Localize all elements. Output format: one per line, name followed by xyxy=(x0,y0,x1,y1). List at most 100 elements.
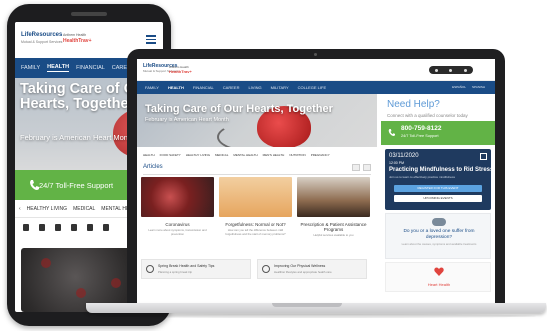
laptop-categories: HEALTH FOOD SAFETY HEALTHY LIVING MEDICA… xyxy=(143,153,375,157)
chevron-left-icon[interactable]: ‹ xyxy=(19,206,21,212)
phone-cat-healthy-living[interactable]: HEALTHY LIVING xyxy=(27,206,67,212)
virus-particle xyxy=(41,258,51,268)
tip-desc: Planning a spring break trip xyxy=(158,270,193,274)
phone-partner-a: Anthem Health xyxy=(63,33,87,37)
hamburger-menu-icon[interactable] xyxy=(146,35,156,44)
nav-language: ESPAÑOL SPANISH xyxy=(452,85,485,89)
phone-partner-b: HealthTrav+ xyxy=(63,38,92,44)
event-desc: Join us to learn to effectively practice… xyxy=(389,175,455,179)
grid-view-icon[interactable] xyxy=(363,164,371,171)
article-image xyxy=(141,177,214,217)
cloud-icon xyxy=(432,218,446,226)
video-icon[interactable] xyxy=(39,223,45,231)
tip-item[interactable]: Spring Break Health and Safety Tips Plan… xyxy=(141,259,251,279)
info-icon xyxy=(146,265,154,273)
phone-logo-sub: Mutual & Support Services xyxy=(21,40,63,44)
support-label: 24/7 Toll-Free Support xyxy=(401,134,439,138)
tip-title: Spring Break Health and Safety Tips xyxy=(158,264,215,268)
phone-speaker xyxy=(71,12,107,16)
phone-cat-medical[interactable]: MEDICAL xyxy=(73,206,95,212)
phone-number: 800-759-8122 xyxy=(401,125,442,132)
articles-header: Articles xyxy=(143,163,371,175)
phone-nav-financial[interactable]: FINANCIAL xyxy=(76,65,105,71)
nav-lang-2[interactable]: SPANISH xyxy=(472,85,485,89)
nav-health[interactable]: HEALTH xyxy=(168,85,184,90)
laptop-camera xyxy=(314,53,317,56)
document-icon[interactable] xyxy=(23,223,29,231)
upcoming-events-button[interactable]: UPCOMING EVENTS xyxy=(394,195,482,202)
depression-title: Do you or a loved one suffer from depres… xyxy=(403,229,475,240)
phone-logo-main: LifeResources xyxy=(21,32,63,38)
help-subtitle: Connect with a qualified counselor today xyxy=(387,113,468,118)
phone-logo[interactable]: LifeResources Mutual & Support Services xyxy=(21,32,62,46)
nav-military[interactable]: MILITARY xyxy=(271,85,289,90)
depression-desc: Learn about the causes, symptoms and ava… xyxy=(401,242,477,246)
phone-support-box[interactable]: 800-759-8122 24/7 Toll-Free Support xyxy=(381,121,495,145)
article-card[interactable]: Coronavirus Learn more about symptoms, t… xyxy=(141,177,214,247)
article-title: Forgetfulness: Normal or Not? xyxy=(225,222,286,227)
cat-food-safety[interactable]: FOOD SAFETY xyxy=(160,153,181,157)
calculator-icon[interactable] xyxy=(71,223,77,231)
event-title: Practicing Mindfulness to Rid Stress xyxy=(389,167,494,173)
article-desc: Learn more about symptoms, transmission … xyxy=(148,228,207,236)
depression-card[interactable]: Do you or a loved one suffer from depres… xyxy=(385,213,491,259)
view-toggle xyxy=(352,164,371,171)
cat-nutrition[interactable]: NUTRITION xyxy=(289,153,305,157)
laptop-header: LifeResources Mutual & Support Services … xyxy=(137,59,495,81)
articles-label: Articles xyxy=(143,164,163,170)
laptop-device: LifeResources Mutual & Support Services … xyxy=(127,49,505,305)
user-icon[interactable] xyxy=(464,68,468,72)
phone-nav-health[interactable]: HEALTH xyxy=(47,64,70,72)
article-card[interactable]: Forgetfulness: Normal or Not? How can yo… xyxy=(219,177,292,247)
nav-college-life[interactable]: COLLEGE LIFE xyxy=(298,85,326,90)
cat-pregnancy[interactable]: PREGNANCY xyxy=(311,153,330,157)
mail-icon[interactable] xyxy=(449,68,453,72)
laptop-partner-b: HealthTrav+ xyxy=(169,68,192,74)
header-utility-icons xyxy=(429,66,473,74)
search-icon[interactable] xyxy=(434,68,438,72)
tip-title: Improving Our Physical Wellness xyxy=(274,264,326,268)
heart-icon xyxy=(434,267,444,276)
laptop-partner-logo: Anthem Health HealthTrav+ xyxy=(169,65,192,74)
nav-lang-1[interactable]: ESPAÑOL xyxy=(452,85,466,89)
nav-career[interactable]: CAREER xyxy=(223,85,240,90)
article-title: Coronavirus xyxy=(165,222,190,227)
help-title: Need Help? xyxy=(387,99,440,110)
phone-support-label: 24/7 Toll-Free Support xyxy=(39,180,114,190)
register-event-button[interactable]: REGISTER FOR THIS EVENT xyxy=(394,185,482,192)
cat-medical[interactable]: MEDICAL xyxy=(215,153,228,157)
article-desc: How can you tell the difference between … xyxy=(225,228,286,236)
article-image xyxy=(297,177,370,217)
list-view-icon[interactable] xyxy=(352,164,360,171)
heart-health-card[interactable]: Heart Health xyxy=(385,262,491,292)
article-desc: Helpful services available to you xyxy=(313,233,354,237)
nav-financial[interactable]: FINANCIAL xyxy=(193,85,214,90)
phone-icon xyxy=(30,180,39,190)
grid-icon[interactable] xyxy=(87,223,93,231)
laptop-hero: Taking Care of Our Hearts, Together Febr… xyxy=(137,94,377,147)
cat-mens-health[interactable]: MEN'S HEALTH xyxy=(263,153,285,157)
event-card: 03/11/2020 12:00 PM Practicing Mindfulne… xyxy=(385,149,494,210)
cat-mental-health[interactable]: MENTAL HEALTH xyxy=(233,153,257,157)
cat-health[interactable]: HEALTH xyxy=(143,153,155,157)
laptop-hero-subtitle: February is American Heart Month xyxy=(145,117,229,123)
info-icon xyxy=(262,265,270,273)
help-sidebar: Need Help? Connect with a qualified coun… xyxy=(381,94,495,303)
article-image xyxy=(219,177,292,217)
checklist-icon[interactable] xyxy=(55,223,61,231)
cat-healthy-living[interactable]: HEALTHY LIVING xyxy=(186,153,210,157)
heart-health-label: Heart Health xyxy=(427,282,451,287)
nav-family[interactable]: FAMILY xyxy=(145,85,159,90)
nav-living[interactable]: LIVING xyxy=(248,85,261,90)
book-icon[interactable] xyxy=(103,223,109,231)
article-card[interactable]: Prescription & Patient Assistance Progra… xyxy=(297,177,370,247)
laptop-hero-title: Taking Care of Our Hearts, Together xyxy=(145,103,333,115)
tip-item[interactable]: Improving Our Physical Wellness Healthie… xyxy=(257,259,367,279)
phone-nav-family[interactable]: FAMILY xyxy=(21,65,40,71)
calendar-icon xyxy=(480,153,487,160)
tip-desc: Healthier lifestyles and appropriate hea… xyxy=(274,270,332,274)
virus-particle xyxy=(111,278,121,288)
event-time: 12:00 PM xyxy=(389,161,404,165)
laptop-shadow xyxy=(96,314,536,318)
phone-partner-logo: Anthem Health HealthTrav+ xyxy=(63,32,92,44)
